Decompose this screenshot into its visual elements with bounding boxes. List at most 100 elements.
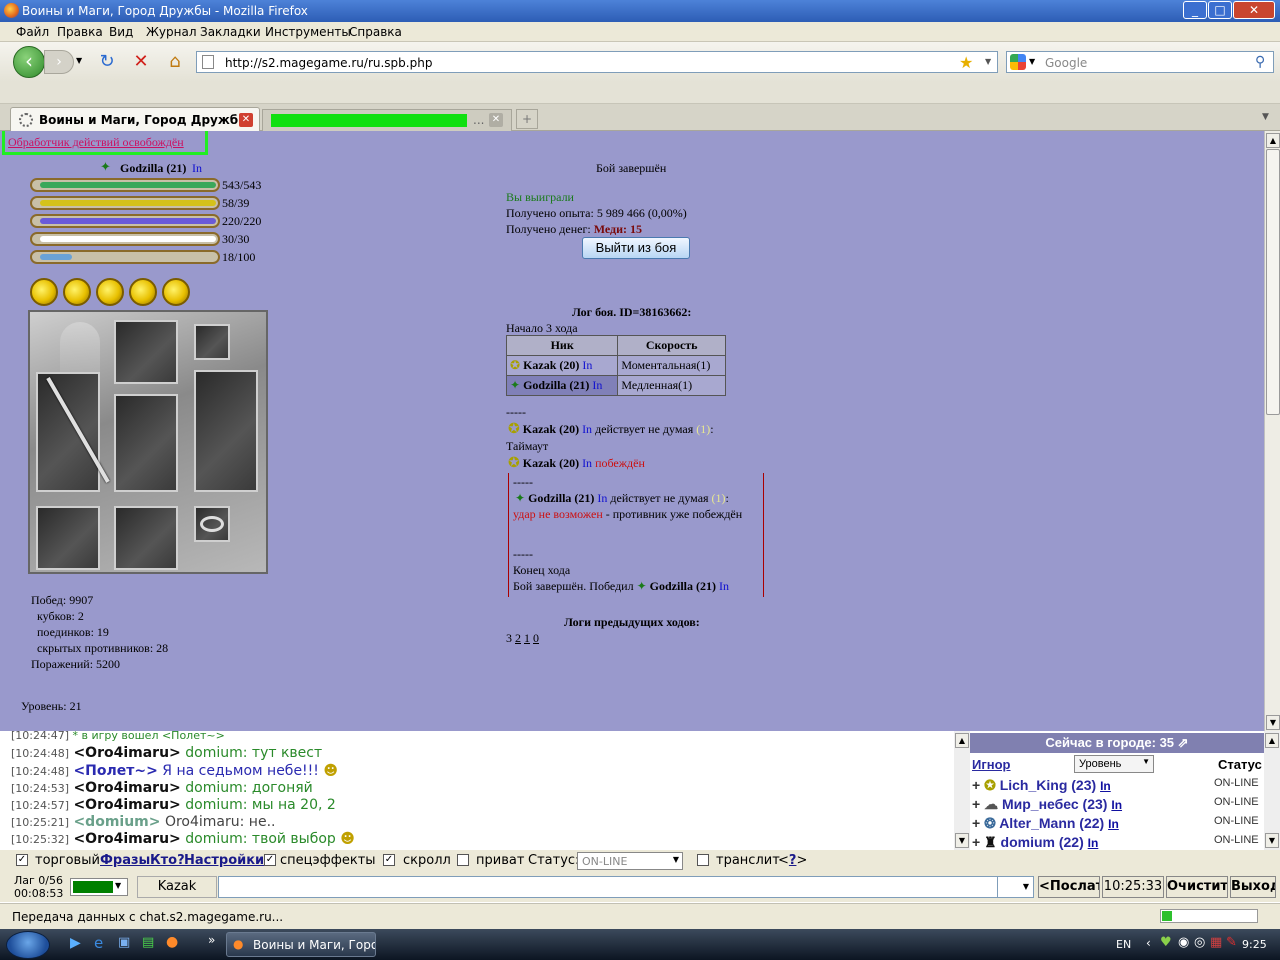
network-icon[interactable]: ◉	[1178, 935, 1189, 950]
start-button[interactable]	[6, 931, 50, 959]
status-select[interactable]: ON-LINE ▼	[577, 852, 683, 870]
page-scrollbar[interactable]: ▲ ▼	[1264, 131, 1280, 731]
scroll-up-arrow[interactable]: ▲	[1265, 733, 1279, 748]
user-row[interactable]: + ☁ Мир_небес (23) In ON-LINE	[970, 796, 1259, 813]
settings-link[interactable]: Настройки	[184, 853, 264, 868]
volume-icon[interactable]: ◎	[1194, 935, 1205, 950]
app-icon[interactable]: ▣	[118, 935, 130, 950]
tab-second[interactable]: ... ✕	[262, 109, 512, 131]
address-bar[interactable]: http://s2.magegame.ru/ru.spb.php ★ ▼	[196, 51, 998, 73]
slot-helmet[interactable]	[114, 320, 178, 384]
menu-edit[interactable]: Правка	[57, 25, 103, 39]
menu-tools[interactable]: Инструменты	[265, 25, 351, 39]
menu-file[interactable]: Файл	[16, 25, 49, 39]
recipient-field[interactable]: Kazak	[137, 876, 217, 898]
reload-icon[interactable]: ↻	[96, 51, 118, 73]
handler-link[interactable]: Обработчик действий освобождён	[8, 135, 184, 150]
player-info-link[interactable]: In	[192, 161, 202, 176]
popout-icon[interactable]: ⇗	[1178, 735, 1189, 750]
engine-dropdown-icon[interactable]: ▼	[1029, 57, 1035, 66]
private-checkbox[interactable]	[457, 854, 469, 866]
slot-gloves[interactable]	[36, 506, 100, 570]
back-button[interactable]: ‹	[13, 46, 45, 78]
more-icon[interactable]: »	[208, 933, 215, 947]
ie-icon[interactable]: e	[94, 934, 103, 952]
flag-icon[interactable]: ▦	[1210, 935, 1222, 950]
maximize-button[interactable]: □	[1208, 1, 1232, 19]
clear-button[interactable]: Очистить	[1166, 876, 1228, 898]
new-tab-button[interactable]: +	[516, 109, 538, 129]
tray-icon[interactable]: ♥	[1160, 935, 1172, 950]
scroll-down-arrow[interactable]: ▼	[955, 833, 969, 848]
info-link[interactable]: In	[582, 358, 592, 372]
effects-checkbox[interactable]: ✓	[264, 854, 276, 866]
info-link[interactable]: In	[582, 456, 592, 470]
close-window-button[interactable]: ✕	[1233, 1, 1275, 19]
chat-scrollbar[interactable]: ▲ ▼	[954, 731, 970, 850]
slot-shield[interactable]	[194, 370, 258, 492]
chat-nick[interactable]: <Oro4imaru>	[73, 780, 180, 796]
scroll-thumb[interactable]	[1266, 149, 1280, 415]
close-tab-icon[interactable]: ✕	[239, 113, 253, 127]
message-input[interactable]: ▼	[218, 876, 1034, 898]
color-select[interactable]: ▼	[70, 878, 128, 896]
slot-armor[interactable]	[114, 394, 178, 492]
scroll-down-arrow[interactable]: ▼	[1265, 833, 1279, 848]
acrobat-icon[interactable]: ✎	[1226, 935, 1237, 950]
who-link[interactable]: Кто?	[150, 853, 185, 868]
slot-boots[interactable]	[114, 506, 178, 570]
scroll-down-arrow[interactable]: ▼	[1266, 715, 1280, 730]
forward-button[interactable]: ›	[44, 50, 74, 74]
phrases-link[interactable]: Фразы	[100, 853, 150, 868]
tray-expand-icon[interactable]: ‹	[1146, 936, 1151, 950]
sort-select[interactable]: Уровень ▼	[1074, 755, 1154, 773]
prev-log-link[interactable]: 2	[515, 631, 521, 645]
users-scrollbar[interactable]: ▲ ▼	[1264, 731, 1280, 850]
scroll-up-arrow[interactable]: ▲	[955, 733, 969, 748]
user-row[interactable]: + ❂ Alter_Mann (22) In ON-LINE	[970, 815, 1259, 832]
prev-log-link[interactable]: 0	[533, 631, 539, 645]
history-dropdown-icon[interactable]: ▼	[76, 56, 82, 65]
info-link[interactable]: In	[1111, 798, 1122, 812]
language-indicator[interactable]: EN	[1116, 938, 1131, 951]
menu-history[interactable]: Журнал	[146, 25, 197, 39]
chat-nick[interactable]: <Oro4imaru>	[73, 831, 180, 847]
exit-battle-button[interactable]: Выйти из боя	[582, 237, 690, 259]
stop-icon[interactable]: ✕	[130, 51, 152, 73]
scroll-checkbox[interactable]: ✓	[383, 854, 395, 866]
google-icon[interactable]	[1010, 54, 1026, 70]
info-link[interactable]: In	[1100, 779, 1111, 793]
info-link[interactable]: In	[582, 422, 592, 436]
chat-nick[interactable]: <domium>	[73, 814, 160, 830]
menu-bookmarks[interactable]: Закладки	[200, 25, 261, 39]
firefox-taskbar-icon[interactable]: ●	[166, 934, 178, 950]
url-dropdown-icon[interactable]: ▼	[985, 57, 991, 66]
tab-active[interactable]: Воины и Маги, Город Дружбы ✕	[10, 107, 260, 131]
ignore-link[interactable]: Игнор	[972, 757, 1011, 772]
taskbar-task[interactable]: ● Воины и Маги, Город...	[226, 932, 376, 957]
home-icon[interactable]: ⌂	[164, 51, 186, 73]
user-row[interactable]: + ♜ domium (22) In ON-LINE	[970, 834, 1259, 851]
translit-checkbox[interactable]	[697, 854, 709, 866]
user-row[interactable]: + ✪ Lich_King (23) In ON-LINE	[970, 777, 1259, 794]
info-link[interactable]: In	[1108, 817, 1119, 831]
exit-button[interactable]: Выход	[1230, 876, 1276, 898]
trade-checkbox[interactable]: ✓	[16, 854, 28, 866]
menu-help[interactable]: Справка	[349, 25, 402, 39]
chat-nick[interactable]: <Oro4imaru>	[73, 745, 180, 761]
info-link[interactable]: In	[1088, 836, 1099, 850]
prev-log-link[interactable]: 1	[524, 631, 530, 645]
close-tab-icon[interactable]: ✕	[489, 113, 503, 127]
minimize-button[interactable]: _	[1183, 1, 1207, 19]
media-player-icon[interactable]: ▶	[70, 935, 81, 951]
chat-nick[interactable]: <Oro4imaru>	[73, 797, 180, 813]
chat-nick[interactable]: <Полет~>	[73, 763, 157, 779]
bookmark-star-icon[interactable]: ★	[959, 53, 973, 72]
scroll-up-arrow[interactable]: ▲	[1266, 133, 1280, 148]
info-link[interactable]: In	[592, 378, 602, 392]
info-link[interactable]: In	[719, 579, 729, 593]
send-button[interactable]: <Послать	[1038, 876, 1100, 898]
menu-view[interactable]: Вид	[109, 25, 133, 39]
tab-list-icon[interactable]: ▼	[1262, 112, 1269, 122]
search-icon[interactable]: ⚲	[1255, 54, 1265, 70]
